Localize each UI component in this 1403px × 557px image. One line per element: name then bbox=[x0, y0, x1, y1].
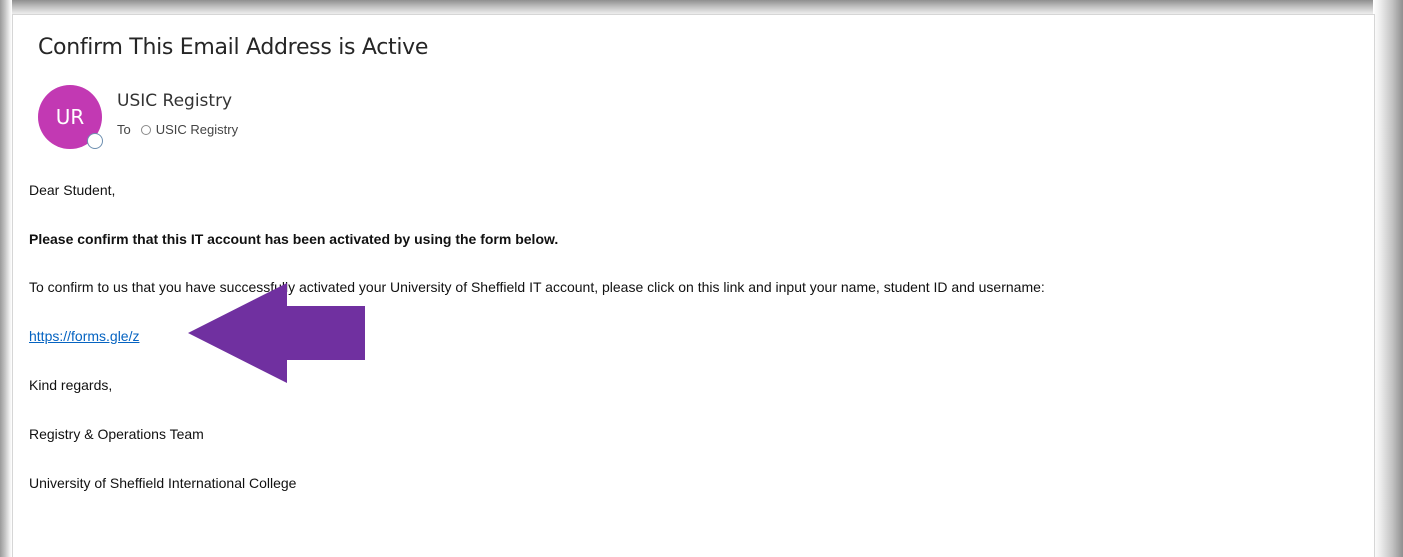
left-pointing-arrow-icon bbox=[188, 283, 365, 383]
greeting: Dear Student, bbox=[29, 182, 116, 198]
to-label: To bbox=[117, 122, 131, 137]
form-link[interactable]: https://forms.gle/z bbox=[29, 328, 139, 344]
frame-shadow-right bbox=[1373, 0, 1403, 557]
closing: Kind regards, bbox=[29, 377, 113, 393]
recipient-status-icon bbox=[140, 124, 151, 135]
frame-shadow-left bbox=[0, 0, 12, 557]
recipient-name[interactable]: USIC Registry bbox=[156, 122, 238, 137]
avatar-initials: UR bbox=[55, 105, 85, 129]
arrow-shape bbox=[188, 283, 365, 383]
presence-status-icon bbox=[87, 133, 103, 149]
screenshot-frame: Confirm This Email Address is Active UR … bbox=[0, 0, 1403, 557]
form-link-line: https://forms.gle/z bbox=[29, 328, 139, 344]
recipient-line: To USIC Registry bbox=[117, 122, 238, 137]
bold-instruction: Please confirm that this IT account has … bbox=[29, 231, 559, 247]
sender-name[interactable]: USIC Registry bbox=[117, 91, 232, 111]
email-subject: Confirm This Email Address is Active bbox=[38, 35, 429, 60]
organization-name: University of Sheffield International Co… bbox=[29, 475, 297, 491]
team-name: Registry & Operations Team bbox=[29, 426, 204, 442]
